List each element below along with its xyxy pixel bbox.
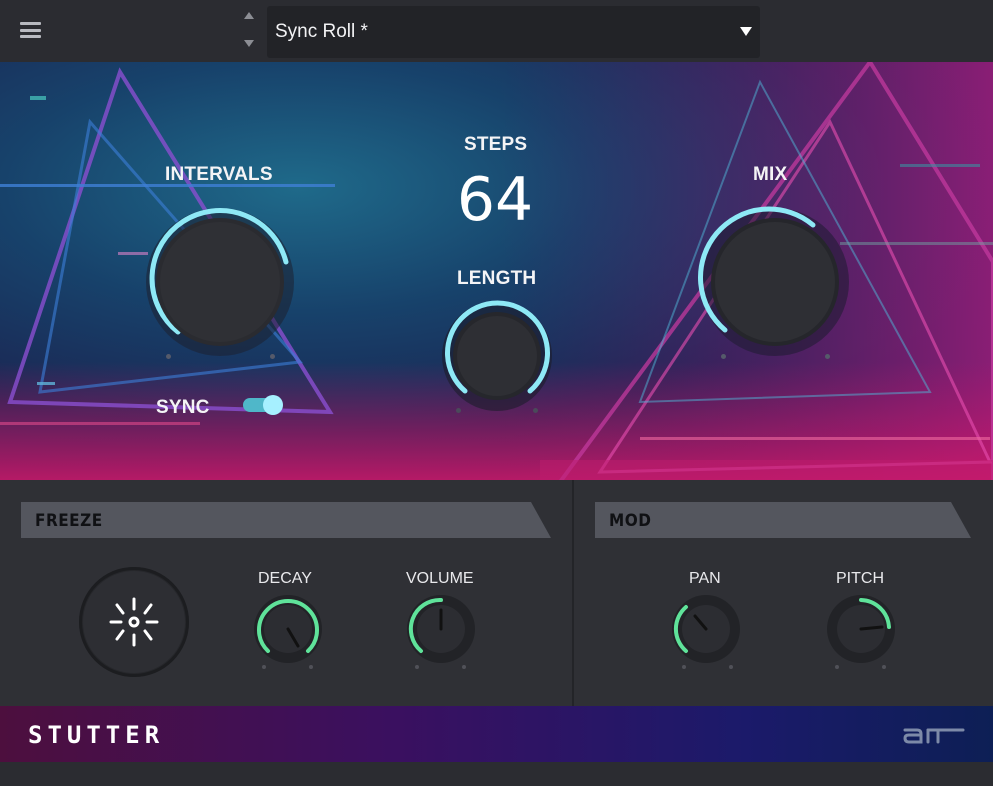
pitch-label: PITCH (836, 570, 884, 587)
preset-next-icon[interactable] (244, 40, 254, 47)
volume-max-dot (462, 665, 466, 669)
volume-knob[interactable] (406, 594, 476, 664)
freeze-button[interactable] (79, 567, 189, 677)
pitch-knob[interactable] (826, 594, 896, 664)
mix-knob[interactable] (695, 202, 855, 362)
plugin-name: STUTTER (28, 721, 165, 749)
sync-label: SYNC (156, 397, 210, 418)
section-divider (572, 480, 574, 706)
hamburger-menu-icon[interactable] (20, 22, 41, 38)
mod-header: MOD (595, 502, 971, 538)
decay-min-dot (262, 665, 266, 669)
volume-min-dot (415, 665, 419, 669)
decay-knob[interactable] (253, 594, 323, 664)
caret-down-icon (740, 27, 752, 36)
decay-max-dot (309, 665, 313, 669)
length-max-dot (533, 408, 538, 413)
mod-title: MOD (609, 511, 652, 531)
top-bar: Sync Roll * (0, 0, 993, 62)
length-knob[interactable] (440, 299, 554, 413)
preset-dropdown[interactable]: Sync Roll * (267, 6, 760, 58)
length-label: LENGTH (457, 268, 537, 289)
intervals-max-dot (270, 354, 275, 359)
mix-max-dot (825, 354, 830, 359)
pan-min-dot (682, 665, 686, 669)
pan-max-dot (729, 665, 733, 669)
bottom-strip (0, 762, 993, 786)
volume-label: VOLUME (406, 570, 474, 587)
pitch-max-dot (882, 665, 886, 669)
preset-name: Sync Roll * (275, 21, 368, 42)
main-panel: INTERVALS STEPS 64 LENGTH MIX SYNC (0, 62, 993, 480)
length-min-dot (456, 408, 461, 413)
steps-value[interactable]: 64 (440, 165, 550, 235)
intervals-label: INTERVALS (165, 164, 273, 185)
freeze-title: FREEZE (35, 511, 103, 531)
freeze-header: FREEZE (21, 502, 551, 538)
footer-bar: STUTTER (0, 706, 993, 762)
pan-knob[interactable] (671, 594, 741, 664)
pitch-min-dot (835, 665, 839, 669)
pan-label: PAN (689, 570, 721, 587)
decay-label: DECAY (258, 570, 312, 587)
steps-label: STEPS (464, 134, 528, 155)
preset-prev-icon[interactable] (244, 12, 254, 19)
air-logo (903, 728, 965, 744)
mix-label: MIX (753, 164, 788, 185)
freeze-burst-icon (109, 597, 159, 647)
intervals-min-dot (166, 354, 171, 359)
sync-toggle[interactable] (243, 395, 284, 415)
intervals-knob[interactable] (140, 202, 300, 362)
sync-toggle-thumb (263, 395, 283, 415)
mix-min-dot (721, 354, 726, 359)
